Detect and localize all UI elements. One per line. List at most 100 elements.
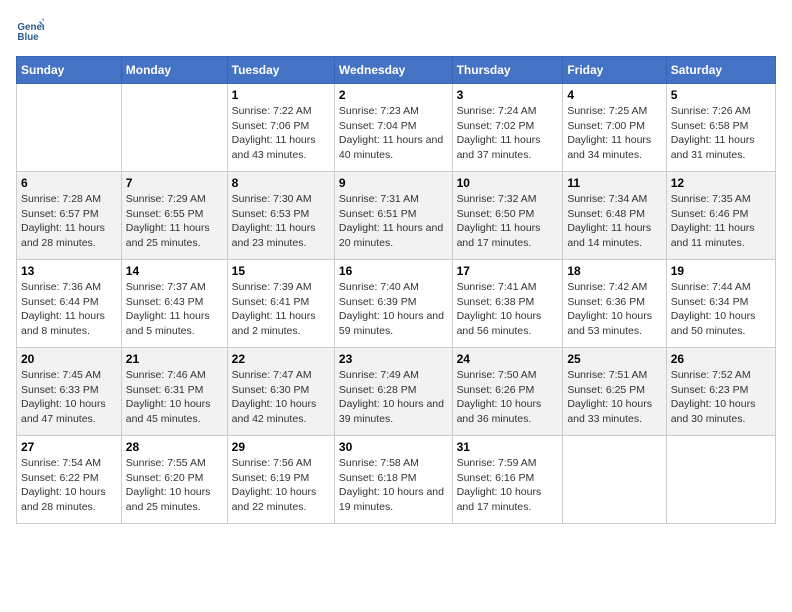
calendar-header-tuesday: Tuesday <box>227 57 334 84</box>
day-number: 25 <box>567 352 661 366</box>
calendar-cell: 9 Sunrise: 7:31 AM Sunset: 6:51 PM Daylig… <box>334 172 452 260</box>
day-number: 14 <box>126 264 223 278</box>
day-number: 15 <box>232 264 330 278</box>
day-number: 26 <box>671 352 771 366</box>
day-number: 23 <box>339 352 448 366</box>
calendar-header-wednesday: Wednesday <box>334 57 452 84</box>
day-content: Sunrise: 7:26 AM Sunset: 6:58 PM Dayligh… <box>671 104 771 163</box>
day-content: Sunrise: 7:34 AM Sunset: 6:48 PM Dayligh… <box>567 192 661 251</box>
day-content: Sunrise: 7:35 AM Sunset: 6:46 PM Dayligh… <box>671 192 771 251</box>
day-number: 8 <box>232 176 330 190</box>
calendar-cell: 18Sunrise: 7:42 AM Sunset: 6:36 PM Dayli… <box>563 260 666 348</box>
day-number: 6 <box>21 176 117 190</box>
calendar-cell <box>121 84 227 172</box>
day-content: Sunrise: 7:31 AM Sunset: 6:51 PM Dayligh… <box>339 192 448 251</box>
calendar-cell <box>17 84 122 172</box>
day-content: Sunrise: 7:52 AM Sunset: 6:23 PM Dayligh… <box>671 368 771 427</box>
calendar-cell: 26 Sunrise: 7:52 AM Sunset: 6:23 PM Dayli… <box>666 348 775 436</box>
day-number: 3 <box>457 88 559 102</box>
calendar-cell: 30 Sunrise: 7:58 AM Sunset: 6:18 PM Dayli… <box>334 436 452 524</box>
calendar-cell: 22 Sunrise: 7:47 AM Sunset: 6:30 PM Dayli… <box>227 348 334 436</box>
day-number: 31 <box>457 440 559 454</box>
calendar-cell <box>563 436 666 524</box>
day-number: 13 <box>21 264 117 278</box>
day-content: Sunrise: 7:44 AM Sunset: 6:34 PM Dayligh… <box>671 280 771 339</box>
day-content: Sunrise: 7:30 AM Sunset: 6:53 PM Dayligh… <box>232 192 330 251</box>
day-content: Sunrise: 7:45 AM Sunset: 6:33 PM Dayligh… <box>21 368 117 427</box>
day-content: Sunrise: 7:50 AM Sunset: 6:26 PM Dayligh… <box>457 368 559 427</box>
calendar-cell: 7Sunrise: 7:29 AM Sunset: 6:55 PM Daylig… <box>121 172 227 260</box>
calendar-cell: 16 Sunrise: 7:40 AM Sunset: 6:39 PM Dayli… <box>334 260 452 348</box>
calendar-week-row: 20 Sunrise: 7:45 AM Sunset: 6:33 PM Dayli… <box>17 348 776 436</box>
day-content: Sunrise: 7:24 AM Sunset: 7:02 PM Dayligh… <box>457 104 559 163</box>
calendar-cell: 29 Sunrise: 7:56 AM Sunset: 6:19 PM Dayli… <box>227 436 334 524</box>
calendar-table: SundayMondayTuesdayWednesdayThursdayFrid… <box>16 56 776 524</box>
logo-icon: General Blue <box>16 16 44 44</box>
day-number: 28 <box>126 440 223 454</box>
svg-text:Blue: Blue <box>17 32 39 43</box>
day-number: 17 <box>457 264 559 278</box>
day-number: 22 <box>232 352 330 366</box>
day-content: Sunrise: 7:58 AM Sunset: 6:18 PM Dayligh… <box>339 456 448 515</box>
day-content: Sunrise: 7:39 AM Sunset: 6:41 PM Dayligh… <box>232 280 330 339</box>
calendar-cell: 11 Sunrise: 7:34 AM Sunset: 6:48 PM Dayli… <box>563 172 666 260</box>
day-number: 16 <box>339 264 448 278</box>
calendar-cell <box>666 436 775 524</box>
calendar-cell: 6Sunrise: 7:28 AM Sunset: 6:57 PM Daylig… <box>17 172 122 260</box>
calendar-week-row: 1 Sunrise: 7:22 AM Sunset: 7:06 PM Daylig… <box>17 84 776 172</box>
day-content: Sunrise: 7:23 AM Sunset: 7:04 PM Dayligh… <box>339 104 448 163</box>
day-number: 12 <box>671 176 771 190</box>
day-number: 11 <box>567 176 661 190</box>
calendar-cell: 25 Sunrise: 7:51 AM Sunset: 6:25 PM Dayli… <box>563 348 666 436</box>
day-content: Sunrise: 7:56 AM Sunset: 6:19 PM Dayligh… <box>232 456 330 515</box>
day-content: Sunrise: 7:49 AM Sunset: 6:28 PM Dayligh… <box>339 368 448 427</box>
calendar-header-friday: Friday <box>563 57 666 84</box>
day-content: Sunrise: 7:37 AM Sunset: 6:43 PM Dayligh… <box>126 280 223 339</box>
calendar-cell: 19 Sunrise: 7:44 AM Sunset: 6:34 PM Dayli… <box>666 260 775 348</box>
calendar-cell: 4Sunrise: 7:25 AM Sunset: 7:00 PM Daylig… <box>563 84 666 172</box>
page-header: General Blue <box>16 16 776 44</box>
calendar-cell: 20 Sunrise: 7:45 AM Sunset: 6:33 PM Dayli… <box>17 348 122 436</box>
day-number: 29 <box>232 440 330 454</box>
calendar-cell: 12 Sunrise: 7:35 AM Sunset: 6:46 PM Dayli… <box>666 172 775 260</box>
day-number: 24 <box>457 352 559 366</box>
calendar-header-thursday: Thursday <box>452 57 563 84</box>
day-content: Sunrise: 7:32 AM Sunset: 6:50 PM Dayligh… <box>457 192 559 251</box>
calendar-cell: 17 Sunrise: 7:41 AM Sunset: 6:38 PM Dayli… <box>452 260 563 348</box>
calendar-week-row: 13 Sunrise: 7:36 AM Sunset: 6:44 PM Dayli… <box>17 260 776 348</box>
calendar-cell: 21Sunrise: 7:46 AM Sunset: 6:31 PM Dayli… <box>121 348 227 436</box>
calendar-header-sunday: Sunday <box>17 57 122 84</box>
calendar-week-row: 27Sunrise: 7:54 AM Sunset: 6:22 PM Dayli… <box>17 436 776 524</box>
calendar-cell: 24 Sunrise: 7:50 AM Sunset: 6:26 PM Dayli… <box>452 348 563 436</box>
day-content: Sunrise: 7:42 AM Sunset: 6:36 PM Dayligh… <box>567 280 661 339</box>
day-content: Sunrise: 7:47 AM Sunset: 6:30 PM Dayligh… <box>232 368 330 427</box>
calendar-cell: 31 Sunrise: 7:59 AM Sunset: 6:16 PM Dayli… <box>452 436 563 524</box>
calendar-cell: 1 Sunrise: 7:22 AM Sunset: 7:06 PM Daylig… <box>227 84 334 172</box>
calendar-cell: 27Sunrise: 7:54 AM Sunset: 6:22 PM Dayli… <box>17 436 122 524</box>
day-number: 27 <box>21 440 117 454</box>
day-content: Sunrise: 7:51 AM Sunset: 6:25 PM Dayligh… <box>567 368 661 427</box>
calendar-cell: 8 Sunrise: 7:30 AM Sunset: 6:53 PM Daylig… <box>227 172 334 260</box>
logo: General Blue <box>16 16 46 44</box>
calendar-cell: 5 Sunrise: 7:26 AM Sunset: 6:58 PM Daylig… <box>666 84 775 172</box>
day-content: Sunrise: 7:55 AM Sunset: 6:20 PM Dayligh… <box>126 456 223 515</box>
day-content: Sunrise: 7:40 AM Sunset: 6:39 PM Dayligh… <box>339 280 448 339</box>
day-content: Sunrise: 7:29 AM Sunset: 6:55 PM Dayligh… <box>126 192 223 251</box>
day-number: 19 <box>671 264 771 278</box>
day-number: 30 <box>339 440 448 454</box>
day-number: 4 <box>567 88 661 102</box>
calendar-cell: 13 Sunrise: 7:36 AM Sunset: 6:44 PM Dayli… <box>17 260 122 348</box>
day-number: 9 <box>339 176 448 190</box>
calendar-week-row: 6Sunrise: 7:28 AM Sunset: 6:57 PM Daylig… <box>17 172 776 260</box>
day-number: 10 <box>457 176 559 190</box>
calendar-cell: 15 Sunrise: 7:39 AM Sunset: 6:41 PM Dayli… <box>227 260 334 348</box>
day-content: Sunrise: 7:41 AM Sunset: 6:38 PM Dayligh… <box>457 280 559 339</box>
day-number: 5 <box>671 88 771 102</box>
day-number: 20 <box>21 352 117 366</box>
day-content: Sunrise: 7:22 AM Sunset: 7:06 PM Dayligh… <box>232 104 330 163</box>
calendar-cell: 28 Sunrise: 7:55 AM Sunset: 6:20 PM Dayli… <box>121 436 227 524</box>
day-content: Sunrise: 7:59 AM Sunset: 6:16 PM Dayligh… <box>457 456 559 515</box>
day-number: 1 <box>232 88 330 102</box>
day-content: Sunrise: 7:36 AM Sunset: 6:44 PM Dayligh… <box>21 280 117 339</box>
calendar-header-saturday: Saturday <box>666 57 775 84</box>
